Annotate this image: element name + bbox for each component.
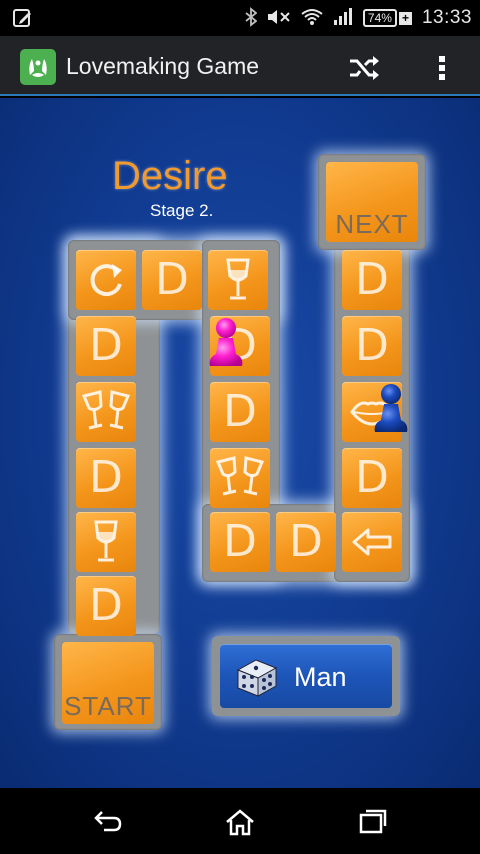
tile-toast-glasses bbox=[210, 448, 270, 508]
app-title: Lovemaking Game bbox=[66, 53, 260, 79]
next-tile[interactable]: NEXT bbox=[326, 162, 418, 242]
app-logo-icon bbox=[20, 49, 56, 85]
wine-glass-icon bbox=[226, 258, 250, 300]
tile-wine-glass bbox=[76, 512, 136, 572]
tile-d: D bbox=[210, 382, 270, 442]
toast-glasses-icon bbox=[215, 456, 265, 496]
tile-d: D bbox=[276, 512, 336, 572]
next-label: NEXT bbox=[335, 209, 409, 239]
tile-d: D bbox=[342, 250, 402, 310]
tile-d: D bbox=[76, 316, 136, 376]
tile-d: D bbox=[210, 512, 270, 572]
toast-glasses-icon bbox=[81, 390, 131, 430]
shuffle-icon[interactable] bbox=[346, 50, 382, 86]
tile-arrow-left bbox=[342, 512, 402, 572]
tile-d: D bbox=[342, 316, 402, 376]
tile-d: D bbox=[76, 448, 136, 508]
bluetooth-icon bbox=[245, 6, 258, 30]
edit-notification-icon bbox=[12, 7, 34, 34]
navigation-bar bbox=[0, 788, 480, 854]
wine-glass-icon bbox=[94, 520, 118, 562]
tile-d: D bbox=[342, 448, 402, 508]
wifi-icon bbox=[301, 8, 323, 29]
reload-icon bbox=[90, 264, 122, 297]
battery-indicator: 74% bbox=[362, 9, 397, 27]
tile-d: D bbox=[142, 250, 202, 310]
stage-label: Stage 2. bbox=[150, 201, 214, 220]
game-board-area: Desire Stage 2. START NEXT D D D D D D D… bbox=[0, 98, 480, 788]
tile-d: D bbox=[76, 576, 136, 636]
dice-icon bbox=[234, 654, 280, 703]
player-label: Man bbox=[294, 662, 347, 692]
clock: 13:33 bbox=[421, 7, 472, 28]
back-icon[interactable] bbox=[92, 808, 124, 839]
level-title: Desire bbox=[112, 154, 228, 198]
tile-wine-glass bbox=[208, 250, 268, 310]
blue-pawn bbox=[372, 382, 410, 441]
tile-toast-glasses bbox=[76, 382, 136, 442]
status-bar: 74% + 13:33 bbox=[0, 0, 480, 36]
tile-reload bbox=[76, 250, 136, 310]
charging-icon: + bbox=[398, 11, 412, 25]
dice-button-frame: Man bbox=[212, 636, 400, 716]
mute-icon bbox=[267, 8, 291, 29]
start-label: START bbox=[64, 691, 152, 721]
start-tile: START bbox=[62, 642, 154, 724]
action-bar: Lovemaking Game bbox=[0, 36, 480, 96]
signal-icon bbox=[333, 7, 353, 29]
roll-dice-button[interactable]: Man bbox=[220, 644, 392, 708]
arrow-left-icon bbox=[352, 528, 392, 556]
pink-pawn bbox=[206, 316, 246, 375]
recents-icon[interactable] bbox=[358, 808, 388, 839]
home-icon[interactable] bbox=[224, 808, 256, 841]
overflow-menu-icon[interactable] bbox=[432, 50, 452, 86]
